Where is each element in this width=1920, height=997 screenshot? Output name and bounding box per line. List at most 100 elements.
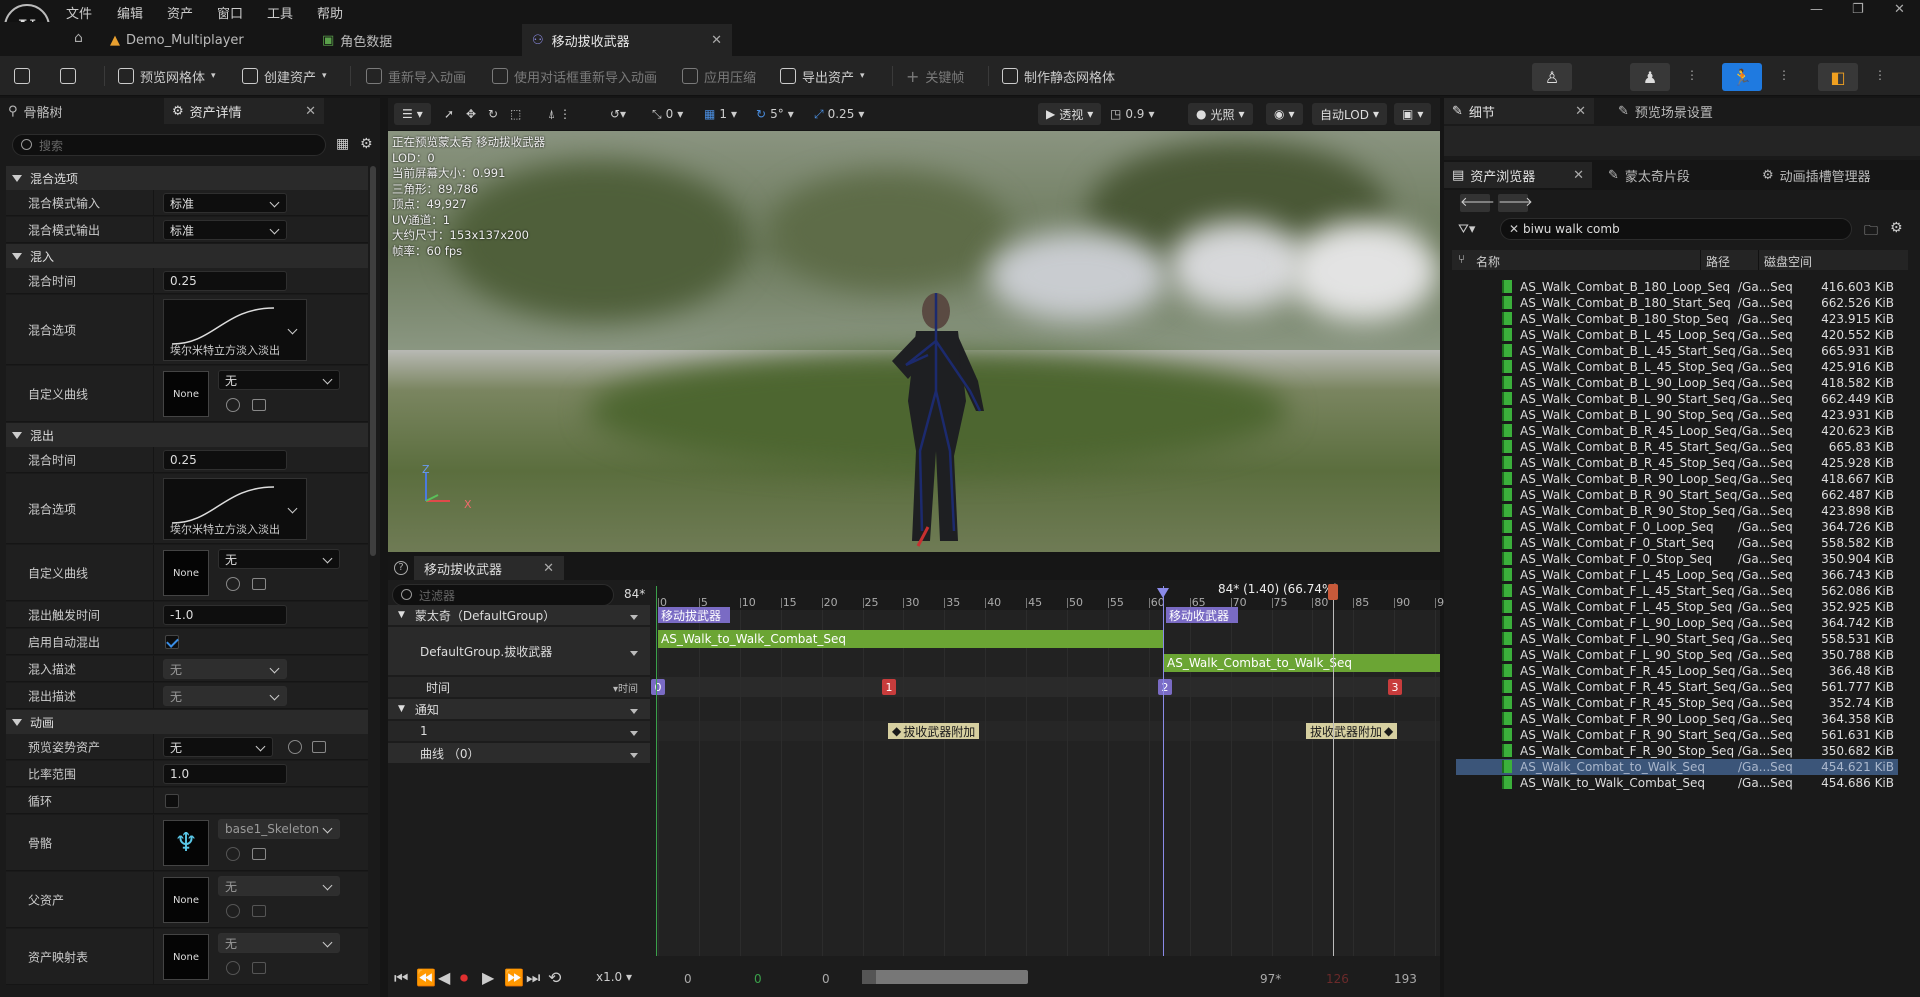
camera-speed-icon[interactable]: ⍋ ⋮	[548, 104, 571, 124]
asset-search-input[interactable]: ✕ biwu walk comb	[1500, 218, 1852, 240]
tab-demo-multiplayer[interactable]: ▲ Demo_Multiplayer	[100, 24, 254, 56]
settings-gear-icon[interactable]: ⚙	[1890, 220, 1903, 236]
tab-details[interactable]: ✎ 细节 ✕	[1444, 98, 1594, 124]
export-asset-button[interactable]: 导出资产 ▾	[780, 64, 865, 88]
track-notify-1[interactable]: 1	[388, 721, 650, 741]
mesh-mode-icon[interactable]: ♟	[1630, 63, 1670, 91]
reset-icon[interactable]	[226, 847, 240, 861]
asset-row[interactable]: AS_Walk_Combat_B_180_Start_Seq/Ga...Seq 6…	[1456, 295, 1898, 311]
asset-row[interactable]: AS_Walk_Combat_B_R_45_Stop_Seq/Ga...Seq 4…	[1456, 455, 1898, 471]
browse-folder-icon[interactable]	[252, 962, 266, 974]
asset-row[interactable]: AS_Walk_Combat_B_180_Loop_Seq/Ga...Seq 41…	[1456, 279, 1898, 295]
settings-gear-icon[interactable]: ⚙	[360, 136, 373, 152]
asset-row[interactable]: AS_Walk_Combat_F_0_Loop_Seq/Ga...Seq 364.…	[1456, 519, 1898, 535]
fov-button[interactable]: ◳ 0.9 ▾	[1110, 104, 1154, 124]
step-back-icon[interactable]: ⏪	[416, 968, 436, 987]
timeline-scroll-thumb[interactable]	[862, 970, 1028, 984]
lit-mode-button[interactable]: ● 光照 ▾	[1188, 103, 1253, 125]
scroll-thumb-handle[interactable]	[862, 970, 876, 984]
keyframe-button[interactable]: + 关键帧	[906, 64, 964, 88]
menu-edit[interactable]: 编辑	[117, 3, 143, 22]
tab-montage-sections[interactable]: ✎ 蒙太奇片段	[1600, 162, 1750, 188]
blend-in-time-input[interactable]: 0.25	[163, 271, 287, 291]
asset-row[interactable]: AS_Walk_Combat_F_L_45_Start_Seq/Ga...Seq…	[1456, 583, 1898, 599]
blend-out-profile-dropdown[interactable]: 无	[163, 686, 287, 706]
column-size[interactable]: 磁盘空间	[1764, 253, 1812, 270]
play-reverse-icon[interactable]: ◀	[438, 968, 450, 987]
reset-icon[interactable]	[226, 961, 240, 975]
more-options-icon[interactable]: ⋮	[1874, 68, 1886, 82]
playback-speed-dropdown[interactable]: x1.0 ▾	[596, 970, 632, 984]
asset-row[interactable]: AS_Walk_Combat_F_L_90_Loop_Seq/Ga...Seq 3…	[1456, 615, 1898, 631]
rotation-snap-button[interactable]: ↻ 5° ▾	[756, 104, 794, 124]
show-flags-button[interactable]: ◉ ▾	[1266, 103, 1303, 125]
reimport-animation-button[interactable]: 重新导入动画	[366, 64, 466, 88]
category-blend-in[interactable]: 混入	[6, 244, 368, 268]
skeleton-mode-icon[interactable]: ♙	[1532, 63, 1572, 91]
asset-row[interactable]: AS_Walk_Combat_B_L_90_Stop_Seq/Ga...Seq 4…	[1456, 407, 1898, 423]
segment-combat-to-walk[interactable]: AS_Walk_Combat_to_Walk_Seq	[1164, 654, 1440, 672]
browse-folder-icon[interactable]	[312, 741, 326, 753]
close-window-icon[interactable]: ✕	[1894, 2, 1905, 17]
grid-snap-button[interactable]: ▦ 1 ▾	[704, 104, 737, 124]
asset-row[interactable]: AS_Walk_Combat_B_R_90_Loop_Seq/Ga...Seq 4…	[1456, 471, 1898, 487]
browse-folder-icon[interactable]	[252, 848, 266, 860]
blend-in-curve-picker[interactable]: 埃尔米特立方淡入淡出	[163, 299, 307, 361]
close-tab-icon[interactable]: ✕	[1573, 168, 1584, 183]
timing-key-2[interactable]: 2	[1158, 679, 1172, 695]
asset-row[interactable]: AS_Walk_Combat_B_L_45_Loop_Seq/Ga...Seq 4…	[1456, 327, 1898, 343]
perspective-button[interactable]: ▶ 透视 ▾	[1038, 103, 1102, 125]
coordinate-space-icon[interactable]: ↺▾	[610, 104, 626, 124]
menu-window[interactable]: 窗口	[217, 3, 243, 22]
forward-arrow-icon[interactable]: 🡒	[1498, 194, 1533, 212]
custom-curve-dropdown[interactable]: 无	[218, 549, 340, 569]
skip-to-end-icon[interactable]: ⏭	[526, 968, 540, 988]
track-slot[interactable]: DefaultGroup.拔收武器	[388, 627, 650, 675]
loop-icon[interactable]: ⟲	[548, 968, 561, 987]
section-draw-weapon[interactable]: 移动拔武器	[658, 607, 730, 623]
asset-row[interactable]: AS_Walk_Combat_F_L_45_Loop_Seq/Ga...Seq 3…	[1456, 567, 1898, 583]
blend-mode-out-dropdown[interactable]: 标准	[163, 220, 287, 240]
segment-walk-to-combat[interactable]: AS_Walk_to_Walk_Combat_Seq	[658, 630, 1164, 648]
asset-row[interactable]: AS_Walk_Combat_F_R_90_Start_Seq/Ga...Seq…	[1456, 727, 1898, 743]
tab-asset-browser[interactable]: ▤ 资产浏览器 ✕	[1444, 162, 1592, 188]
asset-row[interactable]: AS_Walk_Combat_to_Walk_Seq/Ga...Seq 454.6…	[1456, 759, 1898, 775]
category-blend-out[interactable]: 混出	[6, 423, 368, 447]
asset-row[interactable]: AS_Walk_Combat_F_0_Start_Seq/Ga...Seq 558…	[1456, 535, 1898, 551]
menu-asset[interactable]: 资产	[167, 3, 193, 22]
timing-key-1[interactable]: 1	[882, 679, 896, 695]
skip-to-start-icon[interactable]: ⏮	[394, 968, 408, 988]
move-tool-icon[interactable]: ✥	[466, 104, 476, 124]
playhead-handle[interactable]	[1328, 584, 1338, 600]
asset-row[interactable]: AS_Walk_Combat_B_R_45_Start_Seq/Ga...Seq…	[1456, 439, 1898, 455]
select-tool-icon[interactable]: ➚	[444, 104, 454, 124]
make-static-mesh-button[interactable]: 制作静态网格体	[1002, 64, 1115, 88]
asset-mapping-dropdown[interactable]: 无	[218, 933, 340, 953]
record-icon[interactable]: ⏺	[460, 968, 468, 988]
tab-anim-slot-manager[interactable]: ⚙ 动画插槽管理器	[1754, 162, 1920, 188]
asset-row[interactable]: AS_Walk_Combat_B_L_90_Loop_Seq/Ga...Seq 4…	[1456, 375, 1898, 391]
save-icon[interactable]	[14, 64, 30, 88]
track-montage-group[interactable]: ▼ 蒙太奇（DefaultGroup）	[388, 605, 650, 625]
animation-mode-icon[interactable]: 🏃	[1722, 63, 1762, 91]
asset-row[interactable]: AS_Walk_Combat_F_R_45_Stop_Seq/Ga...Seq 3…	[1456, 695, 1898, 711]
asset-row[interactable]: AS_Walk_Combat_F_R_45_Loop_Seq/Ga...Seq 3…	[1456, 663, 1898, 679]
details-scrollbar[interactable]	[370, 166, 376, 556]
track-curves[interactable]: 曲线 （0）	[388, 743, 650, 763]
menu-file[interactable]: 文件	[66, 3, 92, 22]
section-marker[interactable]	[1163, 586, 1164, 956]
category-blend-options[interactable]: 混合选项	[6, 166, 368, 190]
skeleton-dropdown[interactable]: base1_Skeleton	[218, 819, 340, 839]
view-end-frame[interactable]: 193	[1394, 972, 1417, 986]
tab-montage-timeline[interactable]: 移动拔收武器 ✕	[414, 556, 564, 580]
asset-row[interactable]: AS_Walk_Combat_F_L_90_Stop_Seq/Ga...Seq 3…	[1456, 647, 1898, 663]
custom-curve-dropdown[interactable]: 无	[218, 370, 340, 390]
blend-out-time-input[interactable]: 0.25	[163, 450, 287, 470]
tab-skeleton-tree[interactable]: ⚲ 骨骼树	[0, 98, 160, 124]
asset-row[interactable]: AS_Walk_Combat_B_L_45_Stop_Seq/Ga...Seq 4…	[1456, 359, 1898, 375]
clear-search-icon[interactable]: ✕	[1509, 222, 1519, 236]
reimport-with-dialog-button[interactable]: 使用对话框重新导入动画	[492, 64, 657, 88]
browse-folder-icon[interactable]	[252, 578, 266, 590]
custom-curve-thumbnail[interactable]: None	[163, 550, 209, 596]
browse-folder-icon[interactable]	[252, 399, 266, 411]
